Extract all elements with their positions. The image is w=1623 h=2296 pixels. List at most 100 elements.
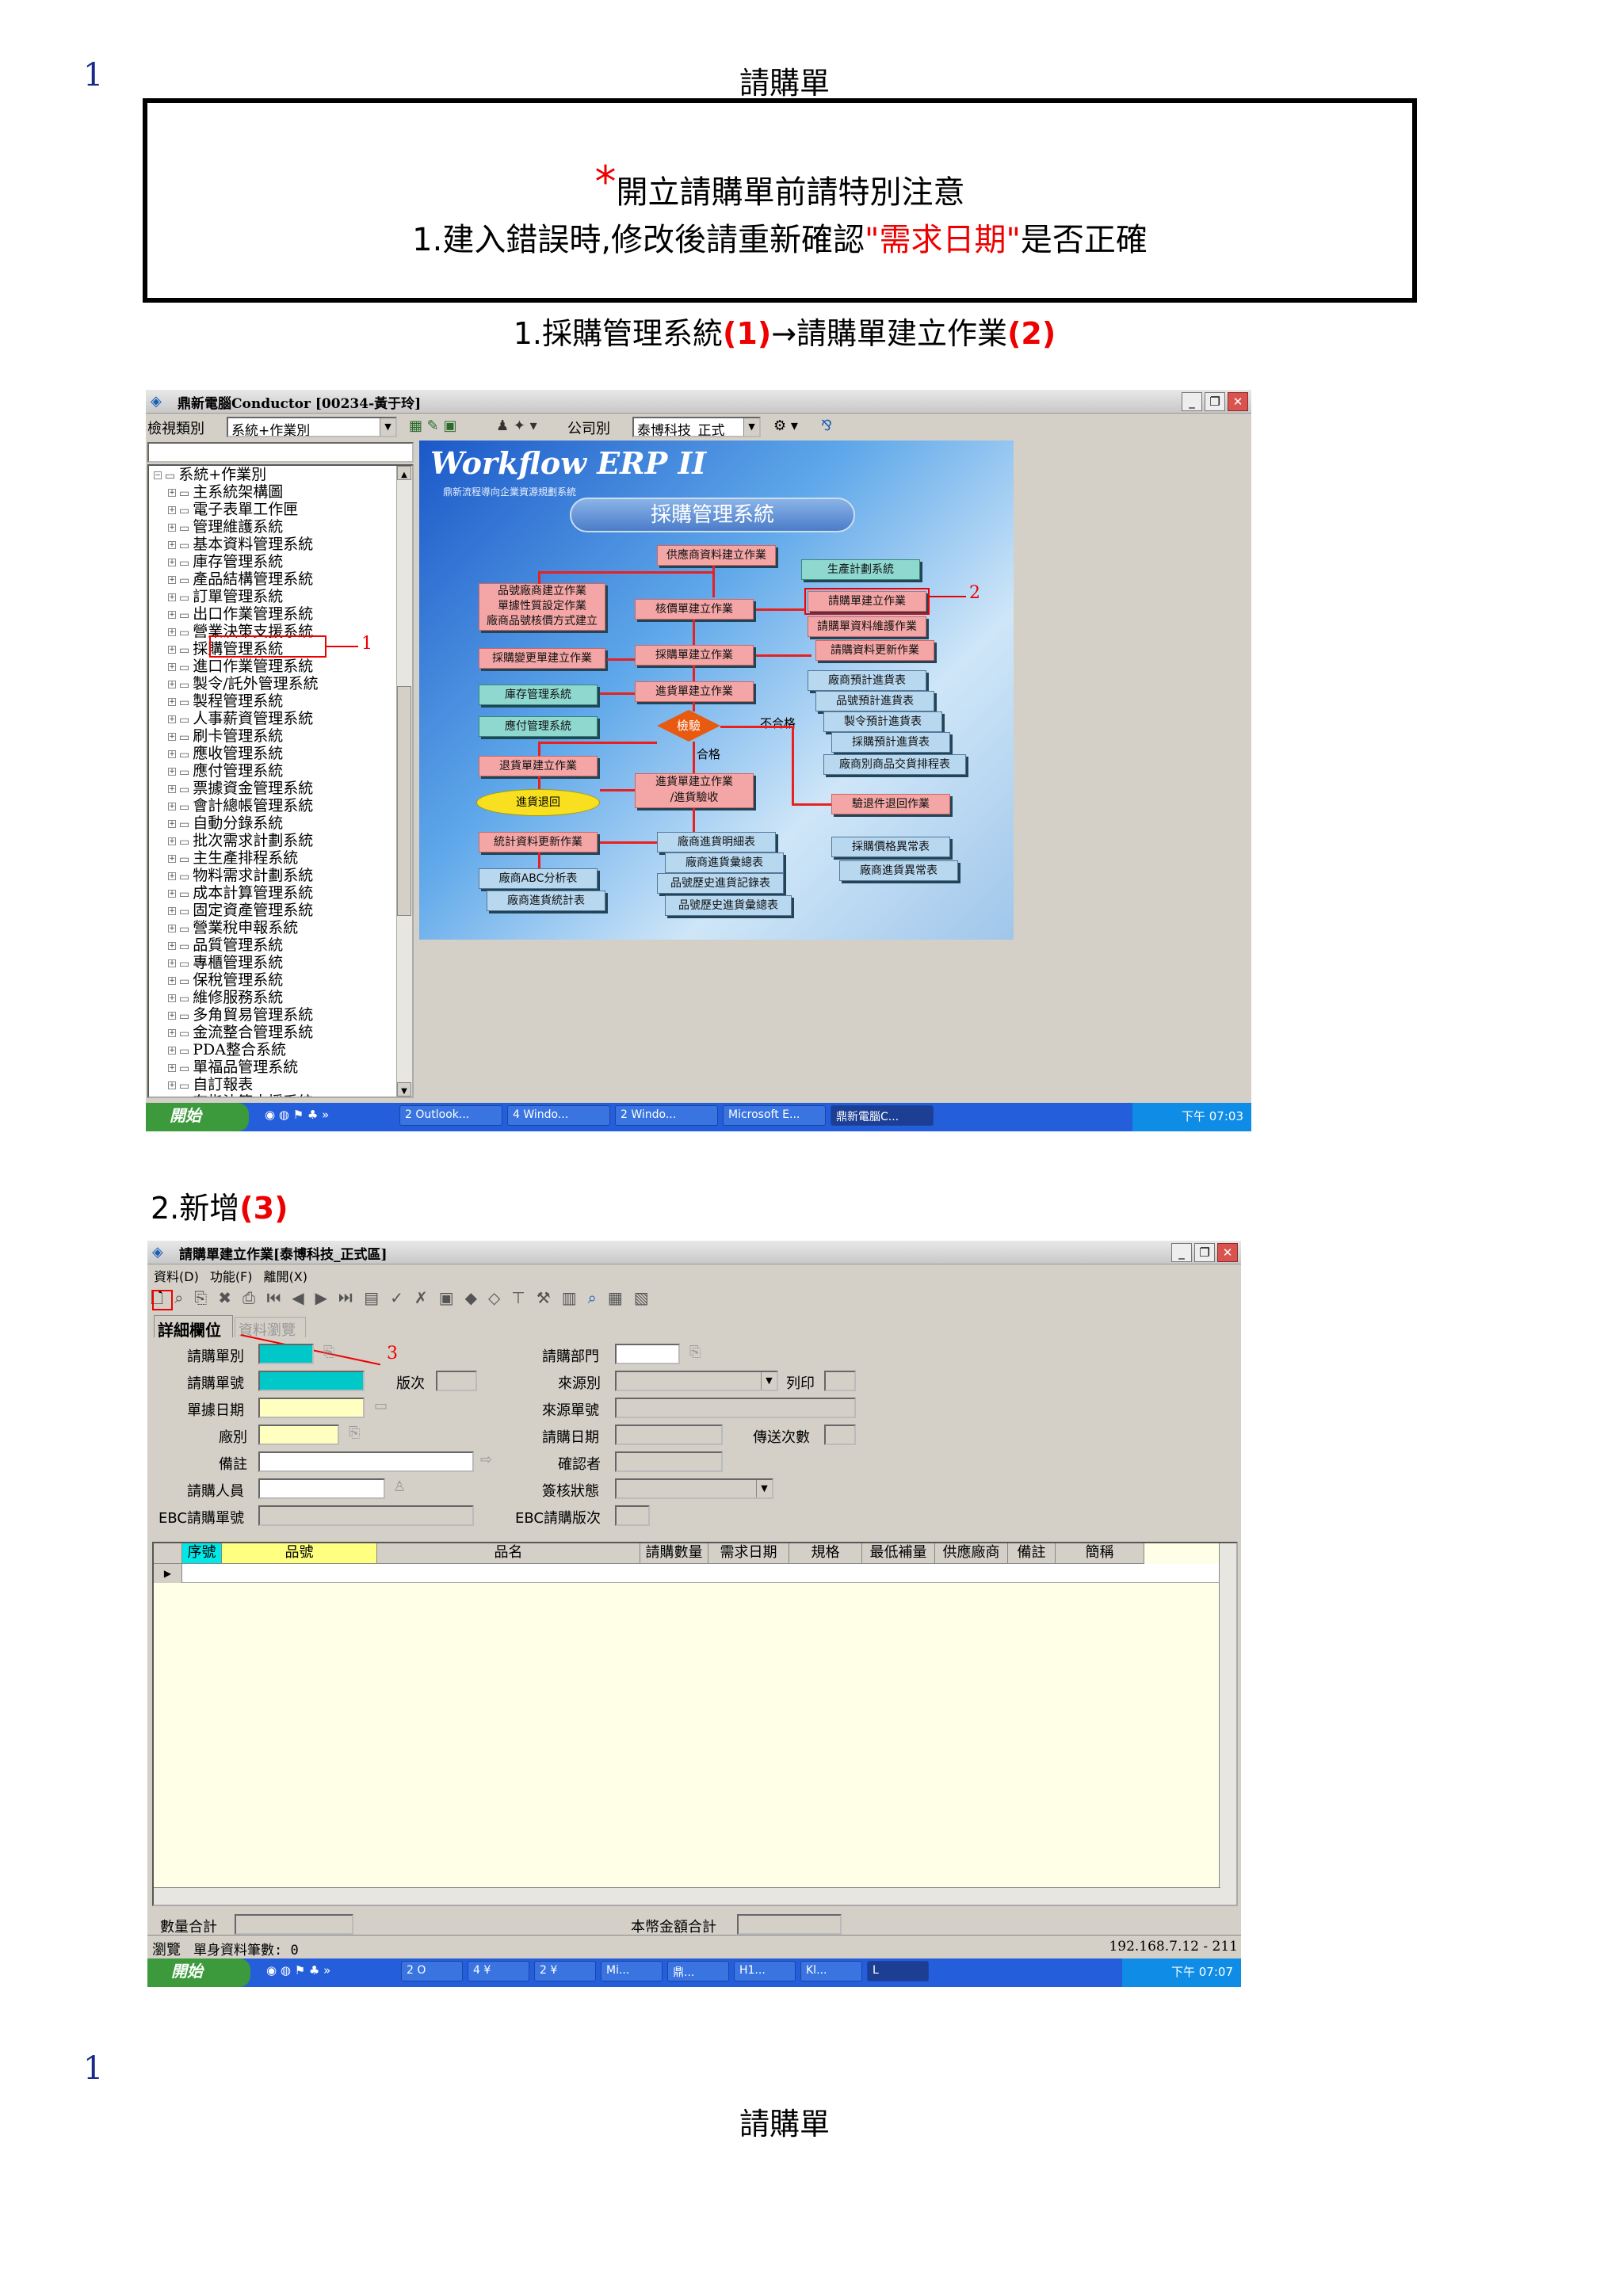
tree-item[interactable]: + ▭ 專櫃管理系統 <box>149 954 412 971</box>
minimize-button[interactable]: _ <box>1182 392 1202 411</box>
expand-icon[interactable]: + <box>168 663 176 671</box>
tree-item[interactable]: + ▭ 會計總帳管理系統 <box>149 797 412 814</box>
grid-hscrollbar[interactable] <box>154 1887 1220 1905</box>
flow-payable[interactable]: 應付管理系統 <box>479 716 598 737</box>
doc-date-field[interactable] <box>258 1398 365 1418</box>
flow-receipt[interactable]: 進貨單建立作業 <box>635 681 754 702</box>
form-icon[interactable]: ▣ <box>439 1288 465 1307</box>
tree-item[interactable]: + ▭ 金流整合管理系統 <box>149 1024 412 1041</box>
expand-icon[interactable]: + <box>168 506 176 514</box>
tree-item[interactable]: + ▭ 基本資料管理系統 <box>149 536 412 553</box>
tree-item[interactable]: + ▭ 主系統架構圖 <box>149 483 412 501</box>
tree-item[interactable]: + ▭ 應付管理系統 <box>149 762 412 780</box>
expand-icon[interactable]: + <box>168 925 176 933</box>
flow-inspect[interactable]: 檢驗 <box>657 710 720 742</box>
remark-field[interactable] <box>258 1451 474 1472</box>
tree-item[interactable]: + ▭ 管理維護系統 <box>149 518 412 536</box>
tree-item[interactable]: + ▭ 自訂報表 <box>149 1076 412 1093</box>
flow-vendor-detail[interactable]: 廠商進貨明細表 <box>657 832 776 852</box>
menu-data[interactable]: 資料(D) <box>154 1269 199 1284</box>
help-icon[interactable]: ▧ <box>634 1288 660 1307</box>
req-type-field[interactable] <box>258 1344 314 1364</box>
taskbar-item[interactable]: 4 ¥ <box>468 1961 529 1981</box>
company-select[interactable]: 泰博科技_正式 ▼ <box>632 417 761 437</box>
help-icon[interactable]: ⅋ <box>821 418 832 434</box>
tools-icon[interactable]: ⚒ <box>537 1288 562 1307</box>
flow-po-change[interactable]: 採購變更單建立作業 <box>479 648 605 669</box>
delete-icon[interactable]: ✖ <box>218 1288 242 1307</box>
taskbar-item[interactable]: 2 O <box>401 1961 463 1981</box>
source-type-select[interactable]: ▼ <box>615 1371 778 1391</box>
quick-launch-icons[interactable]: ◉ ◍ ⚑ ♣ » <box>265 1108 329 1122</box>
grid-header[interactable]: 請購數量 <box>640 1543 708 1564</box>
save-icon[interactable]: ▤ <box>364 1288 390 1307</box>
expand-icon[interactable]: + <box>168 1029 176 1037</box>
tree-item[interactable]: + ▭ 進口作業管理系統 <box>149 658 412 675</box>
taskbar-item[interactable]: H1... <box>734 1961 796 1981</box>
expand-icon[interactable]: + <box>168 646 176 654</box>
flow-item-plan[interactable]: 品號預計進貨表 <box>815 691 934 711</box>
tree-item[interactable]: + ▭ 刷卡管理系統 <box>149 727 412 745</box>
restore-button[interactable]: ❐ <box>1194 1243 1215 1262</box>
expand-icon[interactable]: + <box>168 750 176 758</box>
flow-inventory[interactable]: 庫存管理系統 <box>479 685 598 705</box>
flow-supplier[interactable]: 供應商資料建立作業 <box>657 545 776 566</box>
expand-icon[interactable]: + <box>168 768 176 776</box>
grid-vscrollbar[interactable] <box>1219 1543 1236 1905</box>
factory-field[interactable] <box>258 1425 339 1445</box>
quick-launch-icons[interactable]: ◉ ◍ ⚑ ♣ » <box>266 1963 330 1978</box>
tree-item[interactable]: + ▭ 批次需求計劃系統 <box>149 832 412 849</box>
search-icon[interactable]: ⌕ <box>588 1288 608 1307</box>
tree-item[interactable]: +▭有指決策支援系統 <box>149 1093 412 1097</box>
taskbar-item[interactable]: L <box>867 1961 929 1981</box>
expand-icon[interactable]: + <box>168 698 176 706</box>
flow-vendor-summary[interactable]: 廠商進貨彙總表 <box>665 852 784 873</box>
export-icon[interactable]: ▥ <box>562 1288 588 1307</box>
taskbar-item[interactable]: 2 Outlook... <box>399 1105 502 1126</box>
tree-root[interactable]: − ▭ 系統+作業別 <box>149 466 412 483</box>
close-button[interactable]: ✕ <box>1228 392 1248 411</box>
minimize-button[interactable]: _ <box>1171 1243 1192 1262</box>
print-field[interactable] <box>824 1371 856 1391</box>
flow-vendor-rank[interactable]: 廠商別商品交貨排程表 <box>823 754 966 775</box>
flow-mo-plan[interactable]: 製令預計進貨表 <box>823 711 942 732</box>
tree-item[interactable]: + ▭ 人事薪資管理系統 <box>149 710 412 727</box>
ebc-no-field[interactable] <box>258 1505 474 1526</box>
grid-header[interactable]: 備註 <box>1008 1543 1056 1564</box>
taskbar-item[interactable]: 鼎新電腦C... <box>831 1105 934 1126</box>
taskbar-item[interactable]: 4 Windo... <box>507 1105 610 1126</box>
tree-search-input[interactable] <box>147 442 414 463</box>
lookup-icon[interactable]: ⎘ <box>349 1425 360 1441</box>
tree-item[interactable]: + ▭ 訂單管理系統 <box>149 588 412 605</box>
tree-item[interactable]: + ▭ 多角貿易管理系統 <box>149 1006 412 1024</box>
tree-item[interactable]: + ▭ 出口作業管理系統 <box>149 605 412 623</box>
taskbar-item[interactable]: Kl... <box>800 1961 862 1981</box>
expand-icon[interactable]: + <box>168 907 176 915</box>
expand-icon[interactable]: + <box>168 593 176 601</box>
tree-item[interactable]: + ▭ 固定資產管理系統 <box>149 902 412 919</box>
expand-icon[interactable]: + <box>168 681 176 688</box>
flow-return-ret[interactable]: 進貨退回 <box>476 789 600 816</box>
print-icon[interactable]: ⎙ <box>242 1288 266 1307</box>
confirmer-field[interactable] <box>615 1451 723 1472</box>
expand-icon[interactable]: + <box>168 1047 176 1055</box>
expand-icon[interactable]: + <box>168 803 176 810</box>
expand-icon[interactable]: + <box>168 890 176 898</box>
expand-icon[interactable]: + <box>168 942 176 950</box>
flow-approve-price[interactable]: 核價單建立作業 <box>635 599 754 620</box>
expand-icon[interactable]: ⇨ <box>480 1451 492 1468</box>
expand-icon[interactable]: + <box>168 872 176 880</box>
last-icon[interactable]: ⏭ <box>338 1288 364 1307</box>
tree-item[interactable]: + ▭ 產品結構管理系統 <box>149 570 412 588</box>
expand-icon[interactable]: + <box>168 855 176 863</box>
dept-field[interactable] <box>615 1344 680 1364</box>
flow-req-update[interactable]: 請購資料更新作業 <box>815 640 934 661</box>
expand-icon[interactable]: + <box>168 1081 176 1089</box>
req-no-field[interactable] <box>258 1371 365 1391</box>
flow-return[interactable]: 退貨單建立作業 <box>479 756 598 776</box>
grid-header[interactable]: 簡稱 <box>1056 1543 1144 1564</box>
lookup-icon[interactable]: ⎘ <box>689 1344 701 1360</box>
settings-icon[interactable]: ⚙ ▾ <box>773 418 798 434</box>
copy-icon[interactable]: ⎘ <box>194 1288 218 1307</box>
flow-item-hist[interactable]: 品號歷史進貨記錄表 <box>657 873 784 894</box>
